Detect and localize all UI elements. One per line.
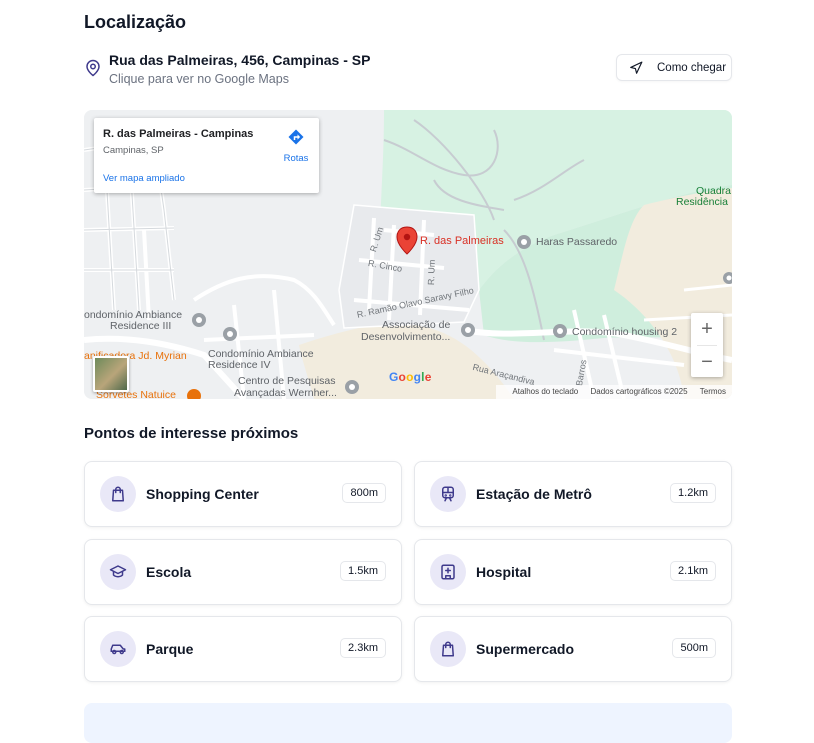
- section-title: Localização: [84, 12, 187, 32]
- poi-card-metro[interactable]: Estação de Metrô 1.2km: [414, 461, 732, 527]
- map-attribution: Atalhos do teclado Dados cartográficos ©…: [496, 385, 732, 399]
- route-label: Rotas: [283, 153, 309, 164]
- google-logo: Google: [389, 370, 432, 384]
- shopping-bag-icon: [112, 486, 124, 502]
- shopping-bag-icon: [442, 641, 454, 657]
- car-icon: [110, 644, 126, 655]
- satellite-toggle[interactable]: [93, 356, 129, 392]
- bigger-map-link[interactable]: Ver mapa ampliado: [103, 173, 185, 184]
- place-centro-line2[interactable]: Avançadas Wernher...: [234, 387, 337, 399]
- place-residencia[interactable]: Residência: [676, 196, 728, 208]
- poi-card-hospital[interactable]: Hospital 2.1km: [414, 539, 732, 605]
- poi-card-parque[interactable]: Parque 2.3km: [84, 616, 402, 682]
- map-info-card: R. das Palmeiras - Campinas Campinas, SP…: [94, 118, 319, 193]
- poi-name: Parque: [146, 641, 194, 657]
- place-cond4-line2[interactable]: Residence IV: [208, 359, 270, 371]
- directions-label: Como chegar: [657, 62, 727, 74]
- google-maps-hint[interactable]: Clique para ver no Google Maps: [109, 72, 289, 86]
- poi-card-supermercado[interactable]: Supermercado 500m: [414, 616, 732, 682]
- directions-button[interactable]: Como chegar: [616, 54, 732, 81]
- poi-name: Hospital: [476, 564, 532, 580]
- zoom-out-button[interactable]: −: [691, 346, 723, 378]
- keyboard-shortcuts-link[interactable]: Atalhos do teclado: [512, 387, 578, 396]
- info-box: [84, 703, 732, 743]
- map-pin-icon: [86, 59, 100, 77]
- info-card-place: R. das Palmeiras - Campinas: [103, 128, 254, 140]
- place-haras[interactable]: Haras Passaredo: [536, 236, 617, 248]
- poi-name: Shopping Center: [146, 486, 259, 502]
- poi-title: Pontos de interesse próximos: [84, 425, 299, 442]
- poi-distance: 1.5km: [340, 561, 386, 581]
- address-text[interactable]: Rua das Palmeiras, 456, Campinas - SP: [109, 52, 370, 68]
- poi-name: Supermercado: [476, 641, 575, 657]
- place-centro-line1[interactable]: Centro de Pesquisas: [238, 375, 335, 387]
- poi-distance: 2.3km: [340, 638, 386, 658]
- street-um-2: R. Um: [426, 259, 437, 286]
- poi-card-escola[interactable]: Escola 1.5km: [84, 539, 402, 605]
- hospital-icon: [441, 564, 455, 580]
- poi-distance: 800m: [342, 483, 386, 503]
- train-icon: [442, 486, 454, 502]
- place-housing[interactable]: Condomínio housing 2: [572, 326, 677, 338]
- place-assoc-line2[interactable]: Desenvolvimento...: [361, 331, 450, 343]
- map-data-text: Dados cartográficos ©2025: [590, 387, 688, 396]
- place-cond3-line2[interactable]: Residence III: [110, 320, 171, 332]
- poi-distance: 1.2km: [670, 483, 716, 503]
- google-map[interactable]: R. das Palmeiras Haras Passaredo Quadra …: [84, 110, 732, 399]
- place-assoc-line1[interactable]: Associação de: [382, 319, 450, 331]
- navigation-arrow-icon: [630, 61, 643, 74]
- address-row[interactable]: Rua das Palmeiras, 456, Campinas - SP Cl…: [84, 50, 732, 90]
- zoom-in-button[interactable]: +: [691, 313, 723, 345]
- terms-link[interactable]: Termos: [700, 387, 726, 396]
- graduation-cap-icon: [109, 565, 127, 578]
- poi-name: Escola: [146, 564, 192, 580]
- poi-name: Estação de Metrô: [476, 486, 592, 502]
- poi-distance: 2.1km: [670, 561, 716, 581]
- directions-icon: [288, 129, 304, 145]
- route-button[interactable]: Rotas: [281, 128, 311, 164]
- poi-card-shopping[interactable]: Shopping Center 800m: [84, 461, 402, 527]
- zoom-controls: + −: [691, 313, 723, 377]
- marker-label[interactable]: R. das Palmeiras: [420, 235, 504, 247]
- poi-distance: 500m: [672, 638, 716, 658]
- info-card-city: Campinas, SP: [103, 145, 164, 156]
